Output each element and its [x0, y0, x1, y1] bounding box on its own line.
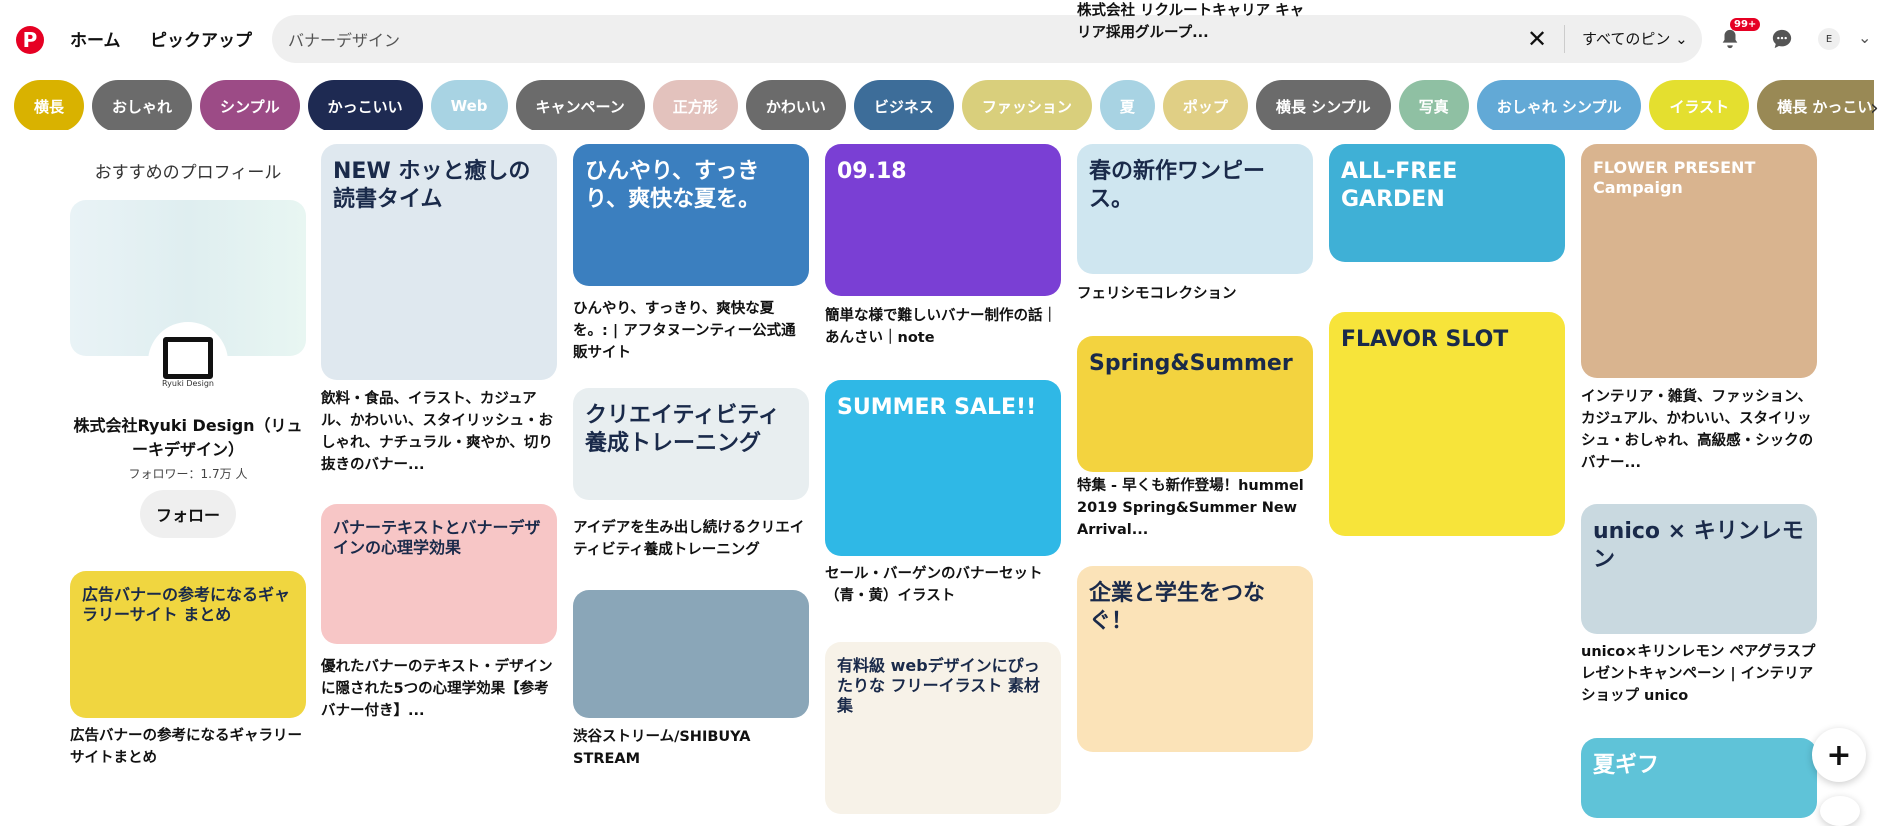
pin-image-text: SUMMER SALE!! — [837, 395, 1037, 420]
profile-logo-label: Ryuki Design — [162, 378, 214, 388]
pin-caption[interactable]: セール・バーゲンのバナーセット（青・黄）イラスト — [825, 563, 1061, 607]
pin-caption[interactable]: unico×キリンレモン ペアグラスプレゼントキャンペーン | インテリアショッ… — [1581, 641, 1817, 707]
pin-image[interactable]: 09.18 — [825, 144, 1061, 296]
profile-followers: フォロワー：1.7万 人 — [128, 467, 248, 481]
filter-chip[interactable]: ファッション — [961, 80, 1092, 130]
ryuki-logo-icon — [163, 336, 213, 379]
pin-image[interactable]: Spring&Summer — [1077, 336, 1313, 472]
top-bar: P ホーム ピックアップ ✕ すべてのピン ⌄ 99+ E ⌄ — [0, 0, 1887, 78]
pin-caption[interactable]: 広告バナーの参考になるギャラリーサイトまとめ — [70, 725, 306, 769]
profile-section-title: おすすめのプロフィール — [94, 163, 282, 183]
pin-image-text: ひんやり、すっきり、爽快な夏を。 — [585, 159, 761, 212]
pin-caption[interactable]: 簡単な様で難しいバナー制作の話｜あんさい｜note — [825, 305, 1061, 349]
pin-image-text: 春の新作ワンピース。 — [1089, 159, 1266, 212]
pin-image[interactable]: FLOWER PRESENT Campaign — [1581, 144, 1817, 378]
search-divider — [1564, 25, 1565, 53]
scope-label: すべてのピン — [1582, 30, 1671, 48]
pin-image[interactable]: FLAVOR SLOT — [1329, 312, 1565, 536]
pin-image-text: ALL-FREE GARDEN — [1341, 159, 1458, 212]
filter-chip[interactable]: ビジネス — [853, 80, 954, 130]
nav-home[interactable]: ホーム — [70, 26, 121, 51]
pin-image-text: バナーテキストとバナーデザインの心理学効果 — [333, 518, 541, 557]
account-chevron-icon[interactable]: ⌄ — [1858, 28, 1871, 47]
nav-pickup[interactable]: ピックアップ — [150, 26, 252, 51]
pin-image-text: FLAVOR SLOT — [1341, 327, 1509, 352]
pin-caption[interactable]: インテリア・雑貨、ファッション、カジュアル、かわいい、スタイリッシュ・おしゃれ、… — [1581, 386, 1817, 474]
pin-caption[interactable]: 特集 - 早くも新作登場！hummel 2019 Spring&Summer N… — [1077, 475, 1313, 541]
pin-image[interactable]: 有料級 webデザインにぴったりな フリーイラスト 素材集 — [825, 642, 1061, 814]
search-scope-dropdown[interactable]: すべてのピン ⌄ — [1582, 28, 1688, 49]
pin-caption[interactable]: 渋谷ストリーム/SHIBUYA STREAM — [573, 726, 809, 770]
pin-image-text: unico × キリンレモン — [1593, 519, 1804, 572]
filter-chip[interactable]: 夏 — [1099, 80, 1155, 130]
pin-image-text: Spring&Summer — [1089, 351, 1293, 376]
chat-icon[interactable] — [1770, 27, 1794, 51]
pin-image[interactable]: 夏ギフ — [1581, 738, 1817, 818]
notification-badge: 99+ — [1730, 18, 1761, 31]
pin-image-text: 企業と学生をつなぐ！ — [1089, 581, 1266, 634]
pin-image-text: FLOWER PRESENT Campaign — [1593, 158, 1756, 197]
pin-image-text: NEW ホッと癒しの読書タイム — [333, 159, 531, 212]
pin-image[interactable]: バナーテキストとバナーデザインの心理学効果 — [321, 504, 557, 644]
profile-avatar[interactable]: Ryuki Design — [148, 322, 228, 402]
pin-image[interactable]: NEW ホッと癒しの読書タイム — [321, 144, 557, 380]
pin-caption[interactable]: 株式会社 リクルートキャリア キャリア採用グループ... — [1077, 0, 1313, 44]
pinterest-logo-icon[interactable]: P — [16, 26, 44, 54]
pin-caption[interactable]: ひんやり、すっきり、爽快な夏を。: | アフタヌーンティー公式通販サイト — [573, 298, 809, 364]
profile-name[interactable]: 株式会社Ryuki Design（リューキデザイン） — [70, 414, 306, 462]
filter-chip[interactable]: かわいい — [745, 80, 846, 130]
filter-chip[interactable]: シンプル — [200, 80, 300, 130]
pin-image-text: 夏ギフ — [1593, 753, 1660, 778]
pin-image[interactable] — [573, 590, 809, 718]
add-pin-button[interactable]: + — [1812, 728, 1866, 782]
pin-image[interactable] — [1329, 576, 1565, 814]
pin-caption[interactable]: アイデアを生み出し続けるクリエイティビティ養成トレーニング — [573, 517, 809, 561]
search-bar[interactable]: ✕ すべてのピン ⌄ — [272, 15, 1702, 63]
follow-button[interactable]: フォロー — [140, 490, 236, 538]
chevron-down-icon: ⌄ — [1675, 30, 1688, 48]
filter-chip[interactable]: 正方形 — [652, 80, 738, 130]
filter-chip[interactable]: Web — [430, 80, 508, 130]
pin-image-text: 有料級 webデザインにぴったりな フリーイラスト 素材集 — [837, 656, 1040, 715]
help-button[interactable] — [1820, 796, 1860, 826]
pin-image[interactable]: 企業と学生をつなぐ！ — [1077, 566, 1313, 752]
pin-image[interactable]: SUMMER SALE!! — [825, 380, 1061, 556]
filter-chip[interactable]: イラスト — [1649, 80, 1750, 130]
filter-chip[interactable]: 横長 かっこいい — [1757, 80, 1874, 130]
filter-chip[interactable]: おしゃれ シンプル — [1476, 80, 1642, 130]
filter-chip[interactable]: かっこいい — [307, 80, 423, 130]
pin-image[interactable]: 広告バナーの参考になるギャラリーサイト まとめ — [70, 571, 306, 718]
pin-image-text: 広告バナーの参考になるギャラリーサイト まとめ — [82, 585, 291, 624]
filter-chip[interactable]: 横長 シンプル — [1255, 80, 1391, 130]
filter-chip[interactable]: おしゃれ — [92, 80, 193, 130]
pin-caption[interactable]: フェリシモコレクション — [1077, 283, 1313, 305]
pin-image[interactable]: unico × キリンレモン — [1581, 504, 1817, 634]
pin-image[interactable]: ひんやり、すっきり、爽快な夏を。 — [573, 144, 809, 286]
pin-image-text: クリエイティビティ養成トレーニング — [585, 403, 780, 456]
pin-caption[interactable]: 飲料・食品、イラスト、カジュアル、かわいい、スタイリッシュ・おしゃれ、ナチュラル… — [321, 388, 557, 476]
pin-caption[interactable]: 優れたバナーのテキスト・デザインに隠された5つの心理学効果【参考バナー付き】..… — [321, 656, 557, 722]
pin-image[interactable]: 春の新作ワンピース。 — [1077, 144, 1313, 274]
filter-chip[interactable]: ポップ — [1162, 80, 1248, 130]
chips-next-icon[interactable]: › — [1870, 96, 1879, 121]
clear-search-icon[interactable]: ✕ — [1527, 25, 1547, 53]
filter-chip-bar: 横長 おしゃれ シンプル かっこいい Web キャンペーン 正方形 かわいい ビジネス ファッショ… — [14, 80, 1874, 130]
filter-chip[interactable]: 横長 — [14, 80, 85, 130]
filter-chip[interactable]: 写真 — [1398, 80, 1469, 130]
pin-image[interactable]: クリエイティビティ養成トレーニング — [573, 388, 809, 500]
pin-image[interactable]: ALL-FREE GARDEN — [1329, 144, 1565, 262]
pin-image-text: 09.18 — [837, 159, 907, 184]
avatar[interactable]: E — [1818, 28, 1840, 50]
filter-chip[interactable]: キャンペーン — [515, 80, 645, 130]
